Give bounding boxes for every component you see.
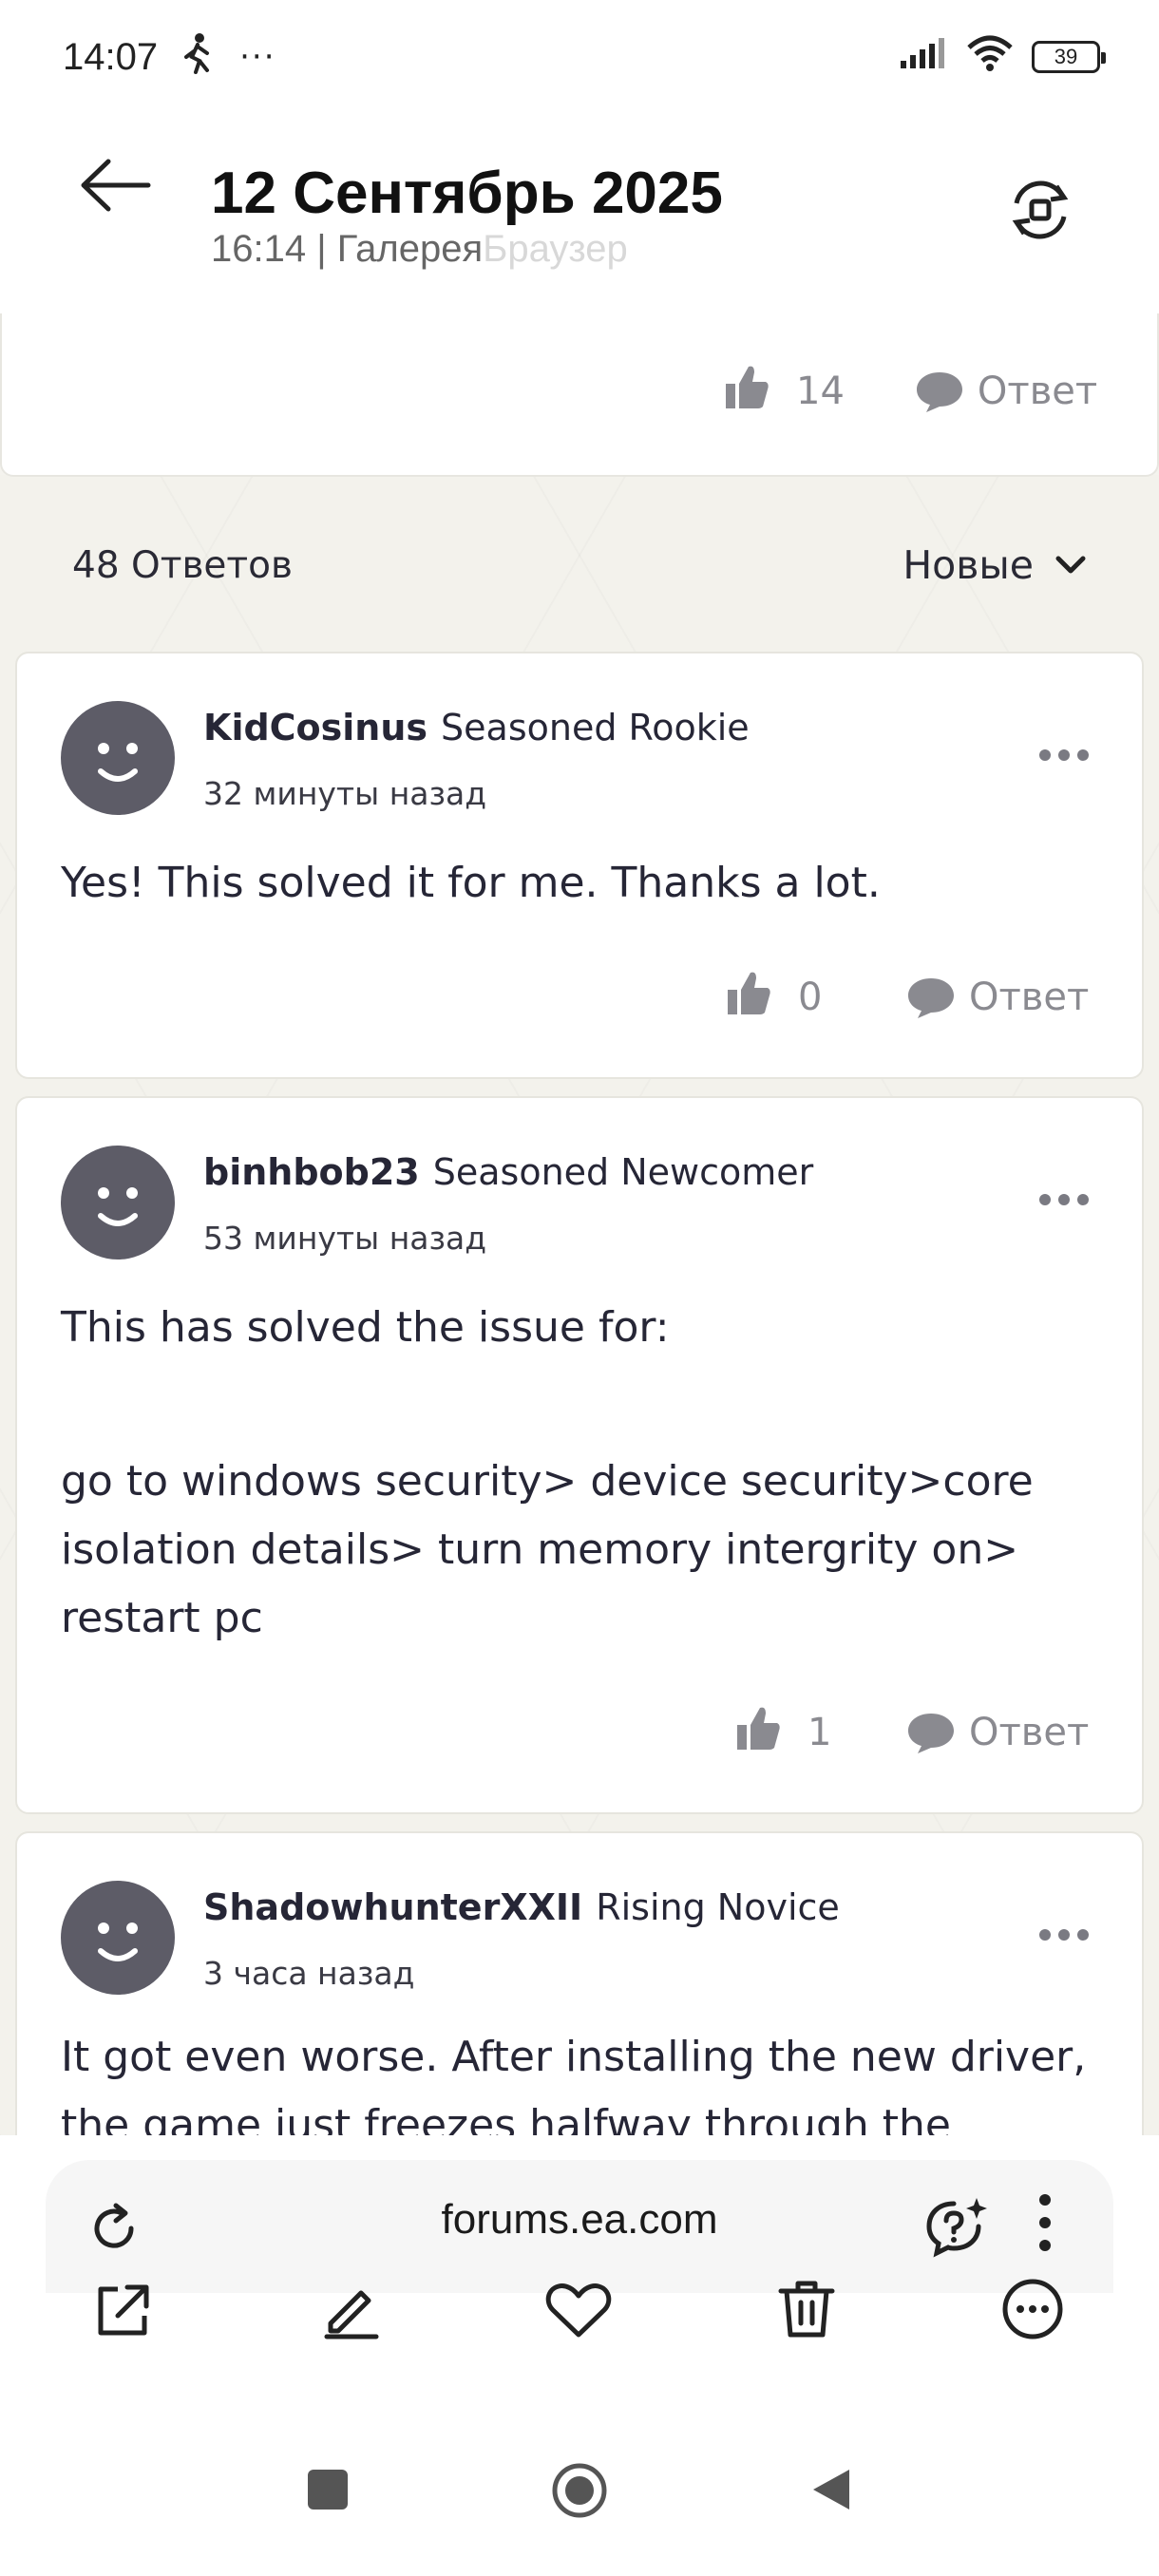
sort-dropdown[interactable]: Новые xyxy=(902,542,1087,588)
more-circle-icon xyxy=(1002,2279,1063,2339)
edit-button[interactable] xyxy=(321,2280,382,2344)
subtitle-ghost-text: Браузер xyxy=(483,228,628,270)
more-options-button[interactable] xyxy=(1037,747,1091,764)
user-rank: Seasoned Newcomer xyxy=(432,1151,814,1193)
reply-button[interactable]: Ответ xyxy=(906,975,1089,1020)
post-text-line: This has solved the issue for: xyxy=(61,1303,670,1352)
avatar[interactable] xyxy=(61,1146,175,1260)
back-nav-button[interactable] xyxy=(809,2466,853,2517)
post-text-line: restart pc xyxy=(61,1594,263,1642)
username-link[interactable]: KidCosinus xyxy=(203,707,428,748)
status-bar: 14:07 ··· 39 xyxy=(0,0,1159,114)
post-actions: 14 Ответ xyxy=(722,363,1097,420)
original-post-card: 14 Ответ xyxy=(0,313,1159,477)
speech-bubble-icon xyxy=(908,978,954,1018)
smiley-avatar-icon xyxy=(98,1187,138,1226)
avatar[interactable] xyxy=(61,701,175,815)
favorite-button[interactable] xyxy=(545,2282,612,2344)
like-count: 1 xyxy=(808,1711,832,1754)
home-circle-icon xyxy=(552,2463,607,2518)
avatar[interactable] xyxy=(61,1881,175,1995)
reply-card: binhbob23 Seasoned Newcomer 53 минуты наз… xyxy=(15,1096,1144,1814)
user-info: ShadowhunterXXII Rising Novice xyxy=(203,1886,840,1928)
thumbs-up-icon[interactable] xyxy=(733,1704,783,1761)
rotate-icon xyxy=(1012,180,1069,239)
battery-icon: 39 xyxy=(1032,41,1106,73)
arrow-left-icon xyxy=(81,159,151,212)
post-time: 53 минуты назад xyxy=(203,1220,487,1257)
reply-label: Ответ xyxy=(969,975,1090,1019)
recent-apps-button[interactable] xyxy=(306,2468,350,2515)
reply-button[interactable]: Ответ xyxy=(906,1710,1089,1755)
answers-bar: 48 Ответов Новые xyxy=(0,513,1159,617)
post-time: 32 минуты назад xyxy=(203,775,487,812)
share-button[interactable] xyxy=(93,2282,152,2344)
page-subtitle: 16:14 | ГалереяБраузер xyxy=(211,228,628,271)
rotate-screen-button[interactable] xyxy=(1005,175,1075,245)
notification-dots-icon: ··· xyxy=(239,38,276,76)
smiley-avatar-icon xyxy=(98,1923,138,1961)
system-navigation-bar xyxy=(0,2432,1159,2576)
sort-label: Новые xyxy=(902,542,1034,588)
square-icon xyxy=(308,2470,348,2510)
post-body: Yes! This solved it for me. Thanks a lot… xyxy=(61,849,1106,918)
delete-button[interactable] xyxy=(777,2278,836,2344)
more-options-button[interactable] xyxy=(1037,1926,1091,1943)
browser-menu-button[interactable] xyxy=(1037,2192,1053,2257)
thumbs-up-icon[interactable] xyxy=(722,363,771,420)
trash-icon xyxy=(778,2281,835,2338)
pencil-icon xyxy=(324,2290,379,2339)
user-info: KidCosinus Seasoned Rookie xyxy=(203,707,750,748)
post-actions: 0 Ответ xyxy=(724,969,1089,1026)
walking-icon xyxy=(180,32,213,83)
subtitle-text: 16:14 | Галерея xyxy=(211,228,484,270)
user-rank: Seasoned Rookie xyxy=(441,707,750,748)
reply-label: Ответ xyxy=(977,369,1098,413)
status-time: 14:07 xyxy=(63,35,159,78)
heart-icon xyxy=(545,2283,612,2338)
post-text-line: Yes! This solved it for me. Thanks a lot… xyxy=(61,859,881,907)
reply-card: KidCosinus Seasoned Rookie 32 минуты наза… xyxy=(15,652,1144,1079)
thumbs-up-icon[interactable] xyxy=(724,969,773,1026)
ellipsis-icon xyxy=(1039,1194,1089,1205)
post-text-line: isolation details> turn memory intergrit… xyxy=(61,1525,1019,1574)
speech-bubble-icon xyxy=(916,372,962,412)
smiley-avatar-icon xyxy=(98,743,138,782)
post-body: This has solved the issue for: go to win… xyxy=(61,1294,1106,1653)
signal-icon xyxy=(899,36,948,79)
post-text-line: It got even worse. After installing the … xyxy=(61,2033,1087,2081)
username-link[interactable]: ShadowhunterXXII xyxy=(203,1886,582,1928)
triangle-back-icon xyxy=(813,2470,849,2510)
user-info: binhbob23 Seasoned Newcomer xyxy=(203,1151,813,1193)
reply-button[interactable]: Ответ xyxy=(915,369,1097,414)
reply-label: Ответ xyxy=(969,1711,1090,1754)
page-title: 12 Сентябрь 2025 xyxy=(211,161,723,226)
post-actions: 1 Ответ xyxy=(733,1704,1089,1761)
answers-count: 48 Ответов xyxy=(72,543,293,587)
post-text-line: go to windows security> device security>… xyxy=(61,1457,1034,1506)
more-options-button[interactable] xyxy=(1037,1191,1091,1208)
like-count: 0 xyxy=(798,975,823,1019)
question-sparkle-icon xyxy=(926,2198,987,2258)
battery-level: 39 xyxy=(1054,45,1078,68)
address-bar[interactable]: forums.ea.com xyxy=(46,2160,1113,2293)
post-text-line-blank xyxy=(61,1362,1106,1448)
home-button[interactable] xyxy=(551,2462,608,2523)
chevron-down-icon xyxy=(1055,556,1086,574)
speech-bubble-icon xyxy=(908,1714,954,1753)
ellipsis-icon xyxy=(1039,1929,1089,1941)
open-external-icon xyxy=(98,2284,149,2336)
username-link[interactable]: binhbob23 xyxy=(203,1151,420,1193)
like-count: 14 xyxy=(796,369,845,413)
ellipsis-icon xyxy=(1039,749,1089,761)
user-rank: Rising Novice xyxy=(596,1886,840,1928)
back-button[interactable] xyxy=(78,152,154,218)
gallery-header: 12 Сентябрь 2025 16:14 | ГалереяБраузер xyxy=(0,114,1159,313)
wifi-icon xyxy=(965,34,1015,81)
more-actions-button[interactable] xyxy=(1001,2278,1064,2344)
ai-assistant-button[interactable] xyxy=(923,2194,990,2264)
post-time: 3 часа назад xyxy=(203,1955,415,1992)
kebab-menu-icon xyxy=(1039,2194,1051,2251)
